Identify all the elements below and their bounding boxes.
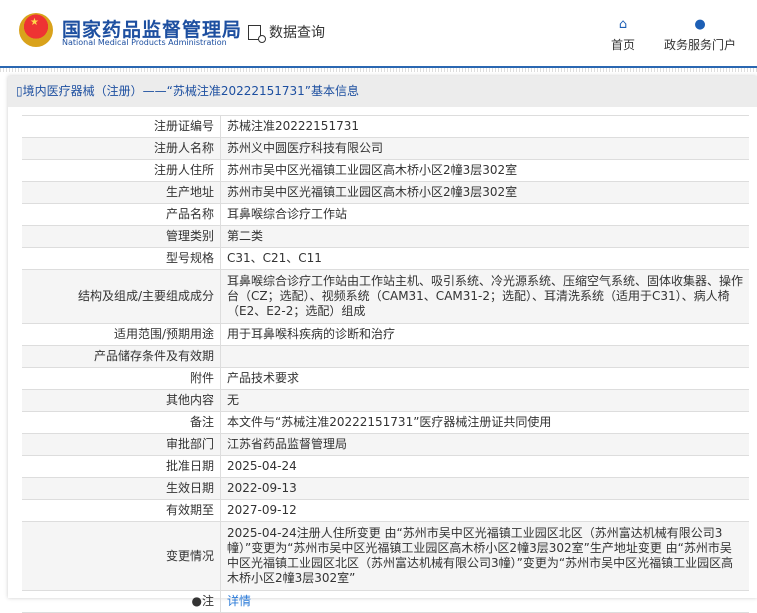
field-value: 用于耳鼻喉科疾病的诊断和治疗: [220, 323, 749, 346]
national-emblem-logo: [19, 13, 53, 47]
nav-home-label: 首页: [611, 38, 636, 52]
field-value: 耳鼻喉综合诊疗工作站: [220, 203, 749, 226]
field-label: 附件: [22, 367, 221, 390]
field-label: 审批部门: [22, 433, 221, 456]
table-row: 变更情况 2025-04-24注册人住所变更 由“苏州市吴中区光福镇工业园区北区（…: [22, 521, 749, 591]
note-row: ●注 详情: [22, 590, 749, 613]
field-value: 耳鼻喉综合诊疗工作站由工作站主机、吸引系统、冷光源系统、压缩空气系统、固体收集器…: [220, 269, 749, 324]
table-row: 备注 本文件与“苏械注准20222151731”医疗器械注册证共同使用: [22, 411, 749, 434]
field-value: C31、C21、C11: [220, 247, 749, 270]
field-label: 管理类别: [22, 225, 221, 248]
field-value: 2025-04-24: [220, 455, 749, 478]
bulb-icon: ●: [191, 594, 202, 608]
table-row: 产品储存条件及有效期: [22, 345, 749, 368]
nav-gov-portal-label: 政务服务门户: [664, 38, 737, 52]
table-row: 适用范围/预期用途 用于耳鼻喉科疾病的诊断和治疗: [22, 323, 749, 346]
table-row: 注册证编号 苏械注准20222151731: [22, 115, 749, 138]
nav-gov-portal[interactable]: ● 政务服务门户: [664, 18, 736, 53]
field-value: 产品技术要求: [220, 367, 749, 390]
search-document-icon: [248, 24, 266, 43]
field-label: 变更情况: [22, 521, 221, 591]
field-value: 本文件与“苏械注准20222151731”医疗器械注册证共同使用: [220, 411, 749, 434]
breadcrumb-text: 境内医疗器械（注册）——“苏械注准20222151731”基本信息: [22, 84, 360, 98]
table-row: 有效期至 2027-09-12: [22, 499, 749, 522]
field-label: 批准日期: [22, 455, 221, 478]
data-query-link[interactable]: 数据查询: [248, 22, 325, 43]
table-row: 注册人住所 苏州市吴中区光福镇工业园区高木桥小区2幢3层302室: [22, 159, 749, 182]
field-value: 苏州市吴中区光福镇工业园区高木桥小区2幢3层302室: [220, 159, 749, 182]
note-label: ●注: [22, 590, 221, 613]
field-value: [220, 345, 749, 368]
field-label: 注册人名称: [22, 137, 221, 160]
field-value: 2027-09-12: [220, 499, 749, 522]
table-row: 生产地址 苏州市吴中区光福镇工业园区高木桥小区2幢3层302室: [22, 181, 749, 204]
breadcrumb: ▯境内医疗器械（注册）——“苏械注准20222151731”基本信息: [8, 76, 757, 107]
field-value: 江苏省药品监督管理局: [220, 433, 749, 456]
table-row: 型号规格 C31、C21、C11: [22, 247, 749, 270]
field-value: 2022-09-13: [220, 477, 749, 500]
brand-subtitle: National Medical Products Administration: [62, 38, 227, 47]
table-row: 结构及组成/主要组成成分 耳鼻喉综合诊疗工作站由工作站主机、吸引系统、冷光源系统、…: [22, 269, 749, 324]
user-icon: ●: [694, 17, 706, 32]
field-label: 其他内容: [22, 389, 221, 412]
field-value: 2025-04-24注册人住所变更 由“苏州市吴中区光福镇工业园区北区（苏州富达…: [220, 521, 749, 591]
field-value: 苏州义中圆医疗科技有限公司: [220, 137, 749, 160]
field-value: 第二类: [220, 225, 749, 248]
field-label: 备注: [22, 411, 221, 434]
details-link[interactable]: 详情: [227, 594, 251, 608]
home-icon: ⌂: [618, 17, 628, 32]
detail-panel: ▯境内医疗器械（注册）——“苏械注准20222151731”基本信息 注册证编号…: [8, 76, 757, 613]
nav-home[interactable]: ⌂ 首页: [611, 18, 635, 53]
table-row: 产品名称 耳鼻喉综合诊疗工作站: [22, 203, 749, 226]
field-label: 生效日期: [22, 477, 221, 500]
field-label: 产品储存条件及有效期: [22, 345, 221, 368]
field-label: 型号规格: [22, 247, 221, 270]
field-label: 产品名称: [22, 203, 221, 226]
note-label-text: 注: [201, 594, 214, 608]
field-value: 无: [220, 389, 749, 412]
field-value: 苏州市吴中区光福镇工业园区高木桥小区2幢3层302室: [220, 181, 749, 204]
field-label: 有效期至: [22, 499, 221, 522]
detail-table: 注册证编号 苏械注准20222151731 注册人名称 苏州义中圆医疗科技有限公司 注册…: [22, 115, 749, 613]
field-label: 注册人住所: [22, 159, 221, 182]
table-row: 附件 产品技术要求: [22, 367, 749, 390]
data-query-label: 数据查询: [269, 25, 325, 41]
document-icon: ▯: [16, 84, 23, 98]
table-row: 生效日期 2022-09-13: [22, 477, 749, 500]
site-header: 国家药品监督管理局 National Medical Products Admi…: [0, 0, 757, 72]
table-row: 审批部门 江苏省药品监督管理局: [22, 433, 749, 456]
table-row: 管理类别 第二类: [22, 225, 749, 248]
field-label: 注册证编号: [22, 115, 221, 138]
field-value: 苏械注准20222151731: [220, 115, 749, 138]
note-value: 详情: [220, 590, 749, 613]
table-row: 注册人名称 苏州义中圆医疗科技有限公司: [22, 137, 749, 160]
field-label: 适用范围/预期用途: [22, 323, 221, 346]
field-label: 生产地址: [22, 181, 221, 204]
field-label: 结构及组成/主要组成成分: [22, 269, 221, 324]
table-row: 批准日期 2025-04-24: [22, 455, 749, 478]
table-row: 其他内容无: [22, 389, 749, 412]
